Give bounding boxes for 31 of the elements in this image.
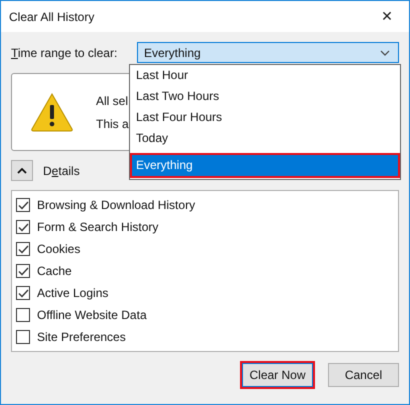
time-range-dropdown[interactable]: Everything [137,42,399,63]
warning-text: All sel [96,94,129,108]
dialog-button[interactable]: Cancel [328,363,399,387]
checkbox[interactable] [16,242,30,256]
checkbox[interactable] [16,264,30,278]
dialog-button[interactable]: Clear Now [242,363,313,387]
dropdown-option[interactable]: Last Hour [130,65,400,86]
details-label: Details [43,164,80,178]
checkbox[interactable] [16,286,30,300]
chevron-icon [17,168,27,174]
history-checkbox[interactable]: Cache [16,260,394,282]
warning-text: This a [96,116,129,130]
chevron-icon [380,50,390,56]
history-checkbox[interactable]: Site Preferences [16,326,394,348]
checkbox[interactable] [16,330,30,344]
checkbox[interactable] [16,308,30,322]
collapse-button[interactable] [11,160,33,181]
dropdown-option[interactable]: Everything [130,153,400,178]
dropdown-option[interactable]: Today [130,128,400,149]
warning-icon [30,92,74,132]
history-checkbox[interactable]: Offline Website Data [16,304,394,326]
history-checkbox[interactable]: Form & Search History [16,216,394,238]
time-range-label: Time range to clear: [11,46,118,60]
history-checkbox[interactable]: Active Logins [16,282,394,304]
checkbox[interactable] [16,220,30,234]
checkbox[interactable] [16,198,30,212]
dropdown-option[interactable]: Last Two Hours [130,86,400,107]
window-title: Clear All History [9,10,94,24]
history-checkbox[interactable]: Cookies [16,238,394,260]
history-checkbox[interactable]: Browsing & Download History [16,194,394,216]
dropdown-option[interactable]: Last Four Hours [130,107,400,128]
